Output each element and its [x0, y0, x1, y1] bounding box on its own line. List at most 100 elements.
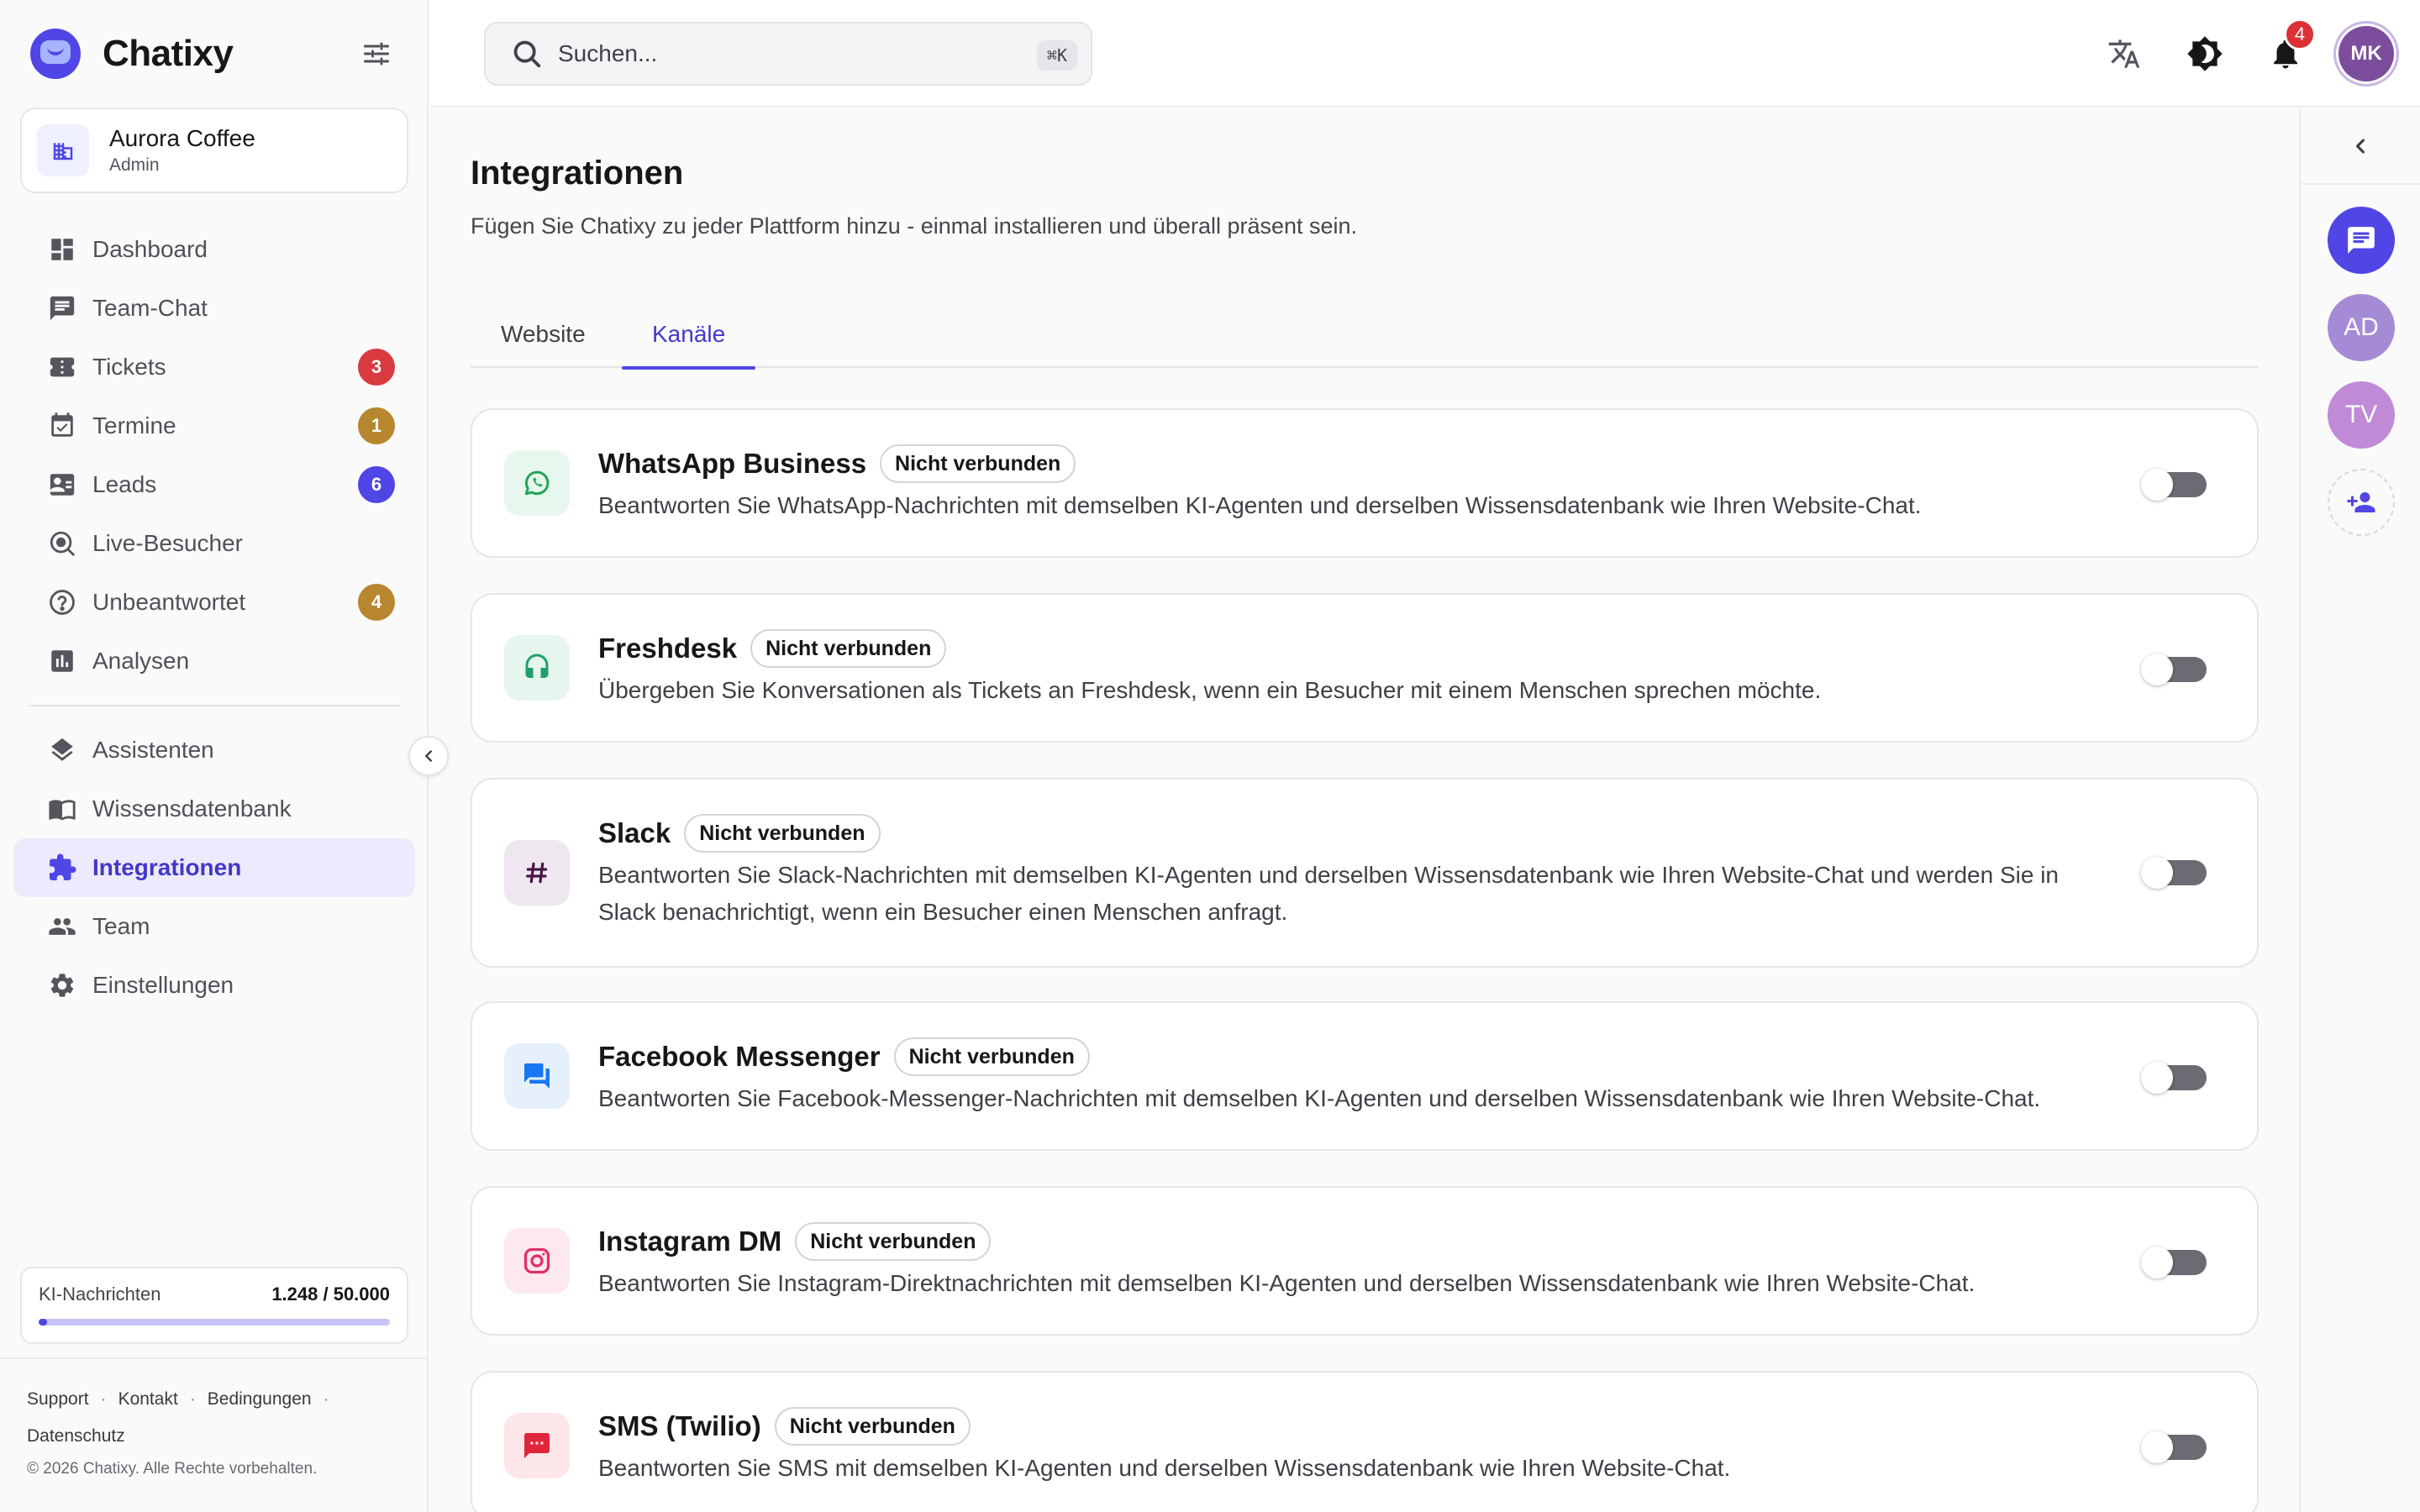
sms-toggle[interactable] [2141, 1431, 2207, 1463]
channel-card-freshdesk: Freshdesk Nicht verbunden Übergeben Sie … [471, 593, 2259, 743]
nav-item-team-chat[interactable]: Team-Chat [13, 279, 415, 338]
search-icon [513, 40, 541, 68]
nav-item-assistenten[interactable]: Assistenten [13, 721, 415, 780]
nav-label: Assistenten [92, 737, 214, 763]
nav-divider [29, 705, 400, 706]
facebook-messenger-toggle[interactable] [2141, 1062, 2207, 1094]
status-badge: Nicht verbunden [893, 1037, 1090, 1076]
user-avatar: MK [2338, 26, 2394, 81]
sidebar: Chatixy Aurora Coffee Admin Dashboard Te… [0, 0, 429, 1512]
nav-label: Leads [92, 471, 157, 497]
channel-card-instagram: Instagram DM Nicht verbunden Beantworten… [471, 1186, 2259, 1336]
separator: · [323, 1389, 329, 1409]
page-subtitle: Fügen Sie Chatixy zu jeder Plattform hin… [471, 213, 1358, 239]
separator: · [100, 1389, 107, 1409]
nav-label: Tickets [92, 354, 166, 380]
nav-item-wissensdatenbank[interactable]: Wissensdatenbank [13, 780, 415, 838]
status-badge: Nicht verbunden [880, 444, 1076, 483]
rail-user-tv[interactable]: TV [2328, 381, 2395, 449]
headset-icon [504, 635, 570, 701]
nav-item-dashboard[interactable]: Dashboard [13, 220, 415, 279]
nav-item-unbeantwortet[interactable]: Unbeantwortet 4 [13, 573, 415, 632]
search-input[interactable] [558, 40, 1012, 67]
nav-label: Unbeantwortet [92, 589, 246, 615]
channel-name: SMS (Twilio) [598, 1410, 761, 1441]
org-switcher[interactable]: Aurora Coffee Admin [20, 108, 408, 193]
rail-user-ad[interactable]: AD [2328, 294, 2395, 361]
nav-item-team[interactable]: Team [13, 897, 415, 956]
instagram-toggle[interactable] [2141, 1247, 2207, 1278]
theme-toggle-button[interactable] [2176, 25, 2233, 82]
footer-link-kontakt[interactable]: Kontakt [118, 1389, 178, 1409]
nav-item-termine[interactable]: Termine 1 [13, 396, 415, 455]
channel-description: Übergeben Sie Konversationen als Tickets… [598, 677, 1822, 703]
chat-icon [45, 291, 79, 325]
slack-toggle[interactable] [2141, 857, 2207, 889]
sidebar-settings-button[interactable] [360, 37, 393, 71]
nav-item-live-besucher[interactable]: Live-Besucher [13, 514, 415, 573]
nav-label: Termine [92, 412, 176, 438]
channel-card-slack: Slack Nicht verbunden Beantworten Sie Sl… [471, 778, 2259, 968]
collapse-rail-button[interactable] [2301, 109, 2420, 185]
brand[interactable]: Chatixy [30, 25, 234, 82]
channel-name: Facebook Messenger [598, 1041, 881, 1072]
channel-description: Beantworten Sie WhatsApp-Nachrichten mit… [598, 492, 1922, 518]
add-user-button[interactable] [2328, 469, 2395, 536]
person-add-icon [2347, 492, 2375, 512]
nav-label: Dashboard [92, 236, 208, 262]
nav-label: Team-Chat [92, 295, 208, 321]
puzzle-icon [45, 851, 79, 885]
main-nav: Dashboard Team-Chat Tickets 3 Termine 1 … [13, 220, 415, 1015]
footer-link-bedingungen[interactable]: Bedingungen [208, 1389, 312, 1409]
whatsapp-icon [504, 450, 570, 516]
chat-icon [2348, 227, 2375, 254]
leads-count-badge: 6 [358, 466, 395, 503]
notifications-button[interactable]: 4 [2257, 18, 2316, 82]
nav-label: Wissensdatenbank [92, 795, 292, 822]
user-menu-button[interactable]: MK [2338, 25, 2395, 82]
nav-label: Integrationen [92, 854, 242, 880]
nav-label: Live-Besucher [92, 530, 243, 556]
sidebar-footer: Support · Kontakt · Bedingungen · Datenschutz… [0, 1357, 429, 1478]
nav-item-integrationen[interactable]: Integrationen [13, 838, 415, 897]
usage-progress-fill [39, 1319, 48, 1326]
channel-name: Freshdesk [598, 633, 738, 664]
channel-card-facebook-messenger: Facebook Messenger Nicht verbunden Beant… [471, 1001, 2259, 1151]
footer-link-support[interactable]: Support [27, 1389, 89, 1409]
ticket-icon [45, 350, 79, 384]
search-box[interactable]: ⌘K [484, 22, 1092, 86]
channel-card-whatsapp: WhatsApp Business Nicht verbunden Beantw… [471, 408, 2259, 558]
instagram-icon [504, 1228, 570, 1294]
org-name: Aurora Coffee [109, 125, 255, 151]
footer-link-datenschutz[interactable]: Datenschutz [27, 1426, 125, 1446]
separator: · [189, 1389, 196, 1409]
nav-item-leads[interactable]: Leads 6 [13, 455, 415, 514]
nav-label: Einstellungen [92, 972, 234, 998]
building-icon [37, 124, 89, 176]
channel-name: WhatsApp Business [598, 448, 867, 479]
page-title: Integrationen [471, 155, 684, 192]
tab-kanaele[interactable]: Kanäle [622, 301, 756, 370]
nav-item-einstellungen[interactable]: Einstellungen [13, 956, 415, 1015]
tab-website[interactable]: Website [471, 301, 616, 368]
topbar: ⌘K 4 MK [430, 0, 2420, 108]
status-badge: Nicht verbunden [774, 1407, 971, 1446]
freshdesk-toggle[interactable] [2141, 654, 2207, 685]
whatsapp-toggle[interactable] [2141, 469, 2207, 501]
nav-item-analysen[interactable]: Analysen [13, 632, 415, 690]
live-search-icon [45, 527, 79, 560]
usage-value: 1.248 / 50.000 [271, 1284, 390, 1305]
status-badge: Nicht verbunden [795, 1222, 992, 1261]
contact-card-icon [45, 468, 79, 501]
chatixy-logo-icon [30, 29, 81, 79]
org-role: Admin [109, 155, 160, 175]
search-shortcut-hint: ⌘K [1036, 40, 1077, 71]
question-icon [45, 585, 79, 619]
translate-icon [2108, 39, 2140, 68]
chevron-left-icon [2355, 139, 2365, 154]
nav-item-tickets[interactable]: Tickets 3 [13, 338, 415, 396]
ai-usage-card: KI-Nachrichten 1.248 / 50.000 [20, 1267, 408, 1344]
open-chat-button[interactable] [2328, 207, 2395, 274]
brand-name: Chatixy [103, 33, 234, 74]
language-button[interactable] [2096, 25, 2153, 82]
